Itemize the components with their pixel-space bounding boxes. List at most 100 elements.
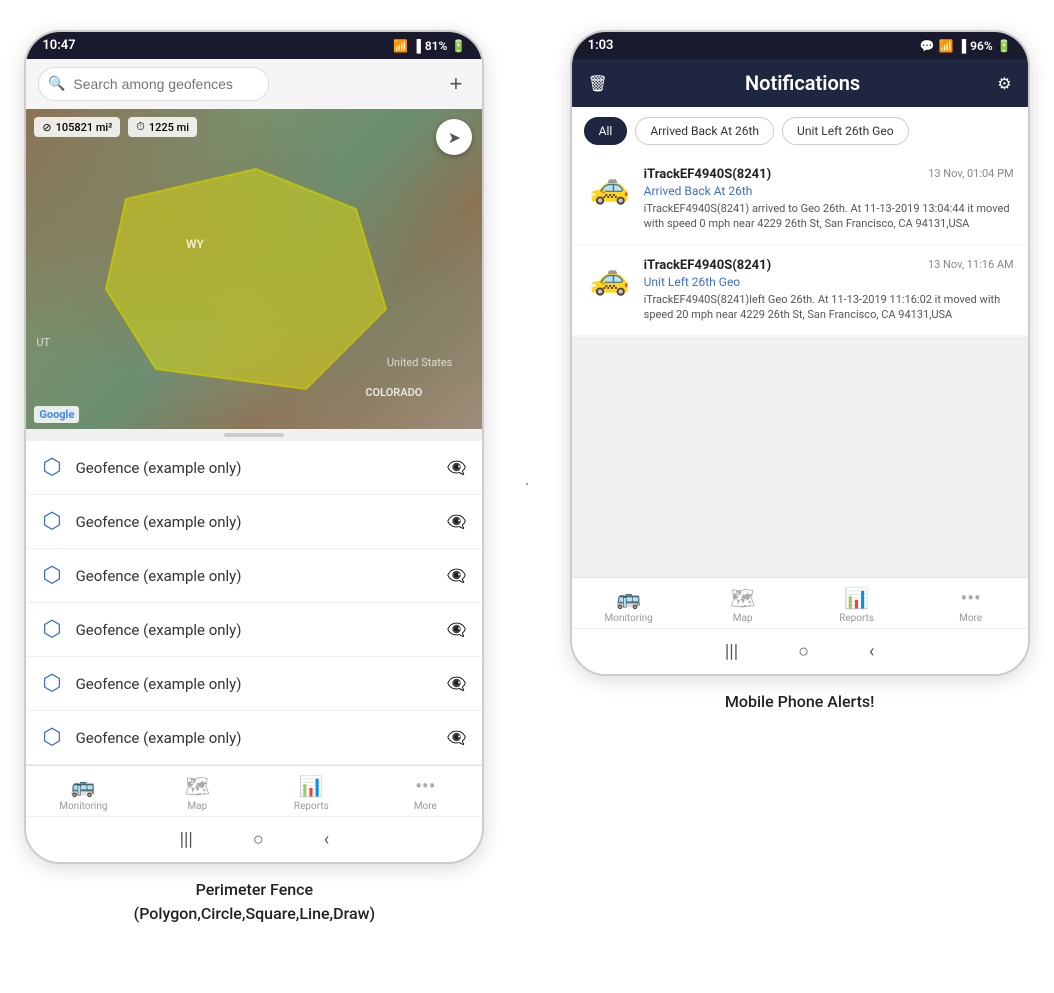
nav-more-label-right: More <box>959 613 982 624</box>
geofence-name-5: Geofence (example only) <box>76 729 433 747</box>
geofence-item[interactable]: ⬡ Geofence (example only) 👁‍🗨 <box>26 441 482 495</box>
notification-item-1[interactable]: 🚕 iTrackEF4940S(8241) 13 Nov, 11:16 AM U… <box>572 246 1028 335</box>
geofence-name-3: Geofence (example only) <box>76 621 433 639</box>
eye-icon-4[interactable]: 👁‍🗨 <box>446 674 466 693</box>
android-nav-left: ||| ○ ‹ <box>26 816 482 862</box>
geofence-icon-1: ⬡ <box>42 509 61 534</box>
nav-more-right[interactable]: ••• More <box>914 586 1028 624</box>
nav-monitoring-left[interactable]: 🚌 Monitoring <box>26 774 140 812</box>
add-geofence-button[interactable]: + <box>442 67 471 101</box>
compass-icon: ➤ <box>448 128 461 147</box>
left-status-bar: 10:47 📶 ▐ 81% 🔋 <box>26 32 482 59</box>
google-logo: Google <box>34 406 79 423</box>
delete-button[interactable]: 🗑 <box>588 74 608 93</box>
notif-desc-0: iTrackEF4940S(8241) arrived to Geo 26th.… <box>644 201 1014 232</box>
notif-time-0: 13 Nov, 01:04 PM <box>928 167 1013 180</box>
area-value: 105821 mi² <box>56 121 113 134</box>
notif-time-1: 13 Nov, 11:16 AM <box>928 258 1014 271</box>
settings-button[interactable]: ⚙ <box>997 74 1011 93</box>
android-menu-left[interactable]: ||| <box>180 829 193 850</box>
distance-icon: ⏱ <box>136 120 145 134</box>
filter-arrived[interactable]: Arrived Back At 26th <box>635 117 774 145</box>
geofence-item[interactable]: ⬡ Geofence (example only) 👁‍🗨 <box>26 657 482 711</box>
signal-icon-right: ▐ <box>958 39 967 53</box>
nav-reports-right[interactable]: 📊 Reports <box>800 586 914 624</box>
reports-icon-right: 📊 <box>844 586 869 610</box>
right-status-bar: 1:03 💬 📶 ▐ 96% 🔋 <box>572 32 1028 59</box>
monitoring-icon-left: 🚌 <box>71 774 96 798</box>
car-avatar-1: 🚕 <box>586 258 634 298</box>
area-stat: ⊘ 105821 mi² <box>34 117 120 137</box>
left-caption: Perimeter Fence(Polygon,Circle,Square,Li… <box>134 878 375 926</box>
map-label-us: United States <box>387 356 452 369</box>
eye-icon-2[interactable]: 👁‍🗨 <box>446 566 466 585</box>
signal-icon: ▐ <box>412 39 421 53</box>
geofence-polygon <box>26 109 482 429</box>
geofence-item[interactable]: ⬡ Geofence (example only) 👁‍🗨 <box>26 603 482 657</box>
divider-dot: . <box>524 456 529 500</box>
geofence-name-0: Geofence (example only) <box>76 459 433 477</box>
notifications-header: 🗑 Notifications ⚙ <box>572 59 1028 107</box>
right-phone: 1:03 💬 📶 ▐ 96% 🔋 🗑 Notifications ⚙ All A… <box>570 30 1030 676</box>
filter-all[interactable]: All <box>584 117 628 145</box>
nav-monitoring-right[interactable]: 🚌 Monitoring <box>572 586 686 624</box>
nav-reports-left[interactable]: 📊 Reports <box>254 774 368 812</box>
notifications-title: Notifications <box>620 71 985 95</box>
filter-unit-left[interactable]: Unit Left 26th Geo <box>782 117 909 145</box>
geofence-icon-3: ⬡ <box>42 617 61 642</box>
wifi-icon: 📶 <box>393 39 408 53</box>
android-home-left[interactable]: ○ <box>253 829 264 850</box>
nav-map-right[interactable]: 🗺 Map <box>686 586 800 624</box>
left-time: 10:47 <box>42 38 75 53</box>
wifi-icon-right: 📶 <box>939 39 954 53</box>
left-phone: 10:47 📶 ▐ 81% 🔋 🔍 + <box>24 30 484 864</box>
notif-event-0: Arrived Back At 26th <box>644 184 1014 198</box>
monitoring-icon-right: 🚌 <box>616 586 641 610</box>
android-back-left[interactable]: ‹ <box>324 829 329 850</box>
right-time: 1:03 <box>588 38 614 53</box>
geofence-list: ⬡ Geofence (example only) 👁‍🗨 ⬡ Geofence… <box>26 441 482 765</box>
battery-left: 81% <box>425 39 448 53</box>
notification-item-0[interactable]: 🚕 iTrackEF4940S(8241) 13 Nov, 01:04 PM A… <box>572 155 1028 244</box>
geofence-name-1: Geofence (example only) <box>76 513 433 531</box>
map-area[interactable]: ⊘ 105821 mi² ⏱ 1225 mi ➤ WY COLORADO Uni… <box>26 109 482 429</box>
battery-icon: 🔋 <box>451 39 466 53</box>
eye-icon-5[interactable]: 👁‍🗨 <box>446 728 466 747</box>
android-back-right[interactable]: ‹ <box>869 641 874 662</box>
map-icon-right: 🗺 <box>730 586 755 610</box>
chat-icon: 💬 <box>920 39 935 53</box>
eye-icon-1[interactable]: 👁‍🗨 <box>446 512 466 531</box>
search-icon: 🔍 <box>48 76 65 92</box>
notif-desc-1: iTrackEF4940S(8241)left Geo 26th. At 11-… <box>644 292 1014 323</box>
car-icon-1: 🚕 <box>590 259 630 297</box>
right-caption-text: Mobile Phone Alerts! <box>725 692 875 711</box>
nav-map-label-right: Map <box>733 613 753 624</box>
nav-more-left[interactable]: ••• More <box>368 774 482 812</box>
eye-icon-0[interactable]: 👁‍🗨 <box>446 458 466 477</box>
notif-content-1: iTrackEF4940S(8241) 13 Nov, 11:16 AM Uni… <box>644 258 1014 323</box>
geofence-item[interactable]: ⬡ Geofence (example only) 👁‍🗨 <box>26 711 482 765</box>
eye-icon-3[interactable]: 👁‍🗨 <box>446 620 466 639</box>
nav-map-left[interactable]: 🗺 Map <box>140 774 254 812</box>
scroll-bar <box>224 433 284 437</box>
device-name-1: iTrackEF4940S(8241) <box>644 258 772 273</box>
geofence-item[interactable]: ⬡ Geofence (example only) 👁‍🗨 <box>26 495 482 549</box>
map-background: ⊘ 105821 mi² ⏱ 1225 mi ➤ WY COLORADO Uni… <box>26 109 482 429</box>
android-menu-right[interactable]: ||| <box>725 641 738 662</box>
nav-reports-label-left: Reports <box>294 801 329 812</box>
search-input[interactable] <box>38 67 269 101</box>
scroll-indicator <box>26 429 482 441</box>
android-home-right[interactable]: ○ <box>798 641 809 662</box>
area-icon: ⊘ <box>42 121 51 134</box>
car-icon-0: 🚕 <box>590 168 630 206</box>
nav-map-label-left: Map <box>187 801 207 812</box>
geofence-icon-4: ⬡ <box>42 671 61 696</box>
nav-reports-label-right: Reports <box>839 613 874 624</box>
geofence-item[interactable]: ⬡ Geofence (example only) 👁‍🗨 <box>26 549 482 603</box>
map-label-colorado: COLORADO <box>365 386 422 399</box>
more-icon-right: ••• <box>961 586 981 610</box>
device-name-0: iTrackEF4940S(8241) <box>644 167 772 182</box>
nav-more-label-left: More <box>414 801 437 812</box>
more-icon-left: ••• <box>415 774 435 798</box>
filter-chips: All Arrived Back At 26th Unit Left 26th … <box>572 107 1028 155</box>
